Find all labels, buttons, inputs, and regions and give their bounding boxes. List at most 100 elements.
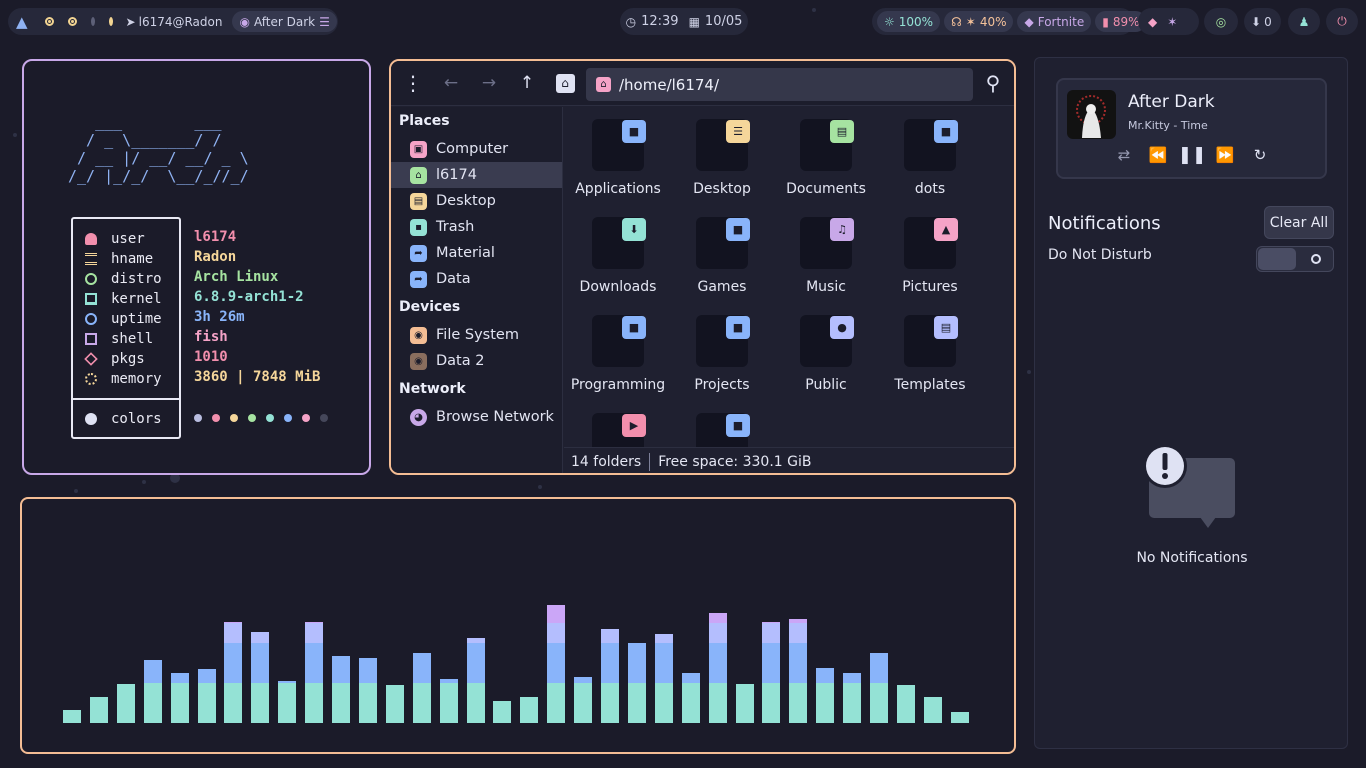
- sidebar-item-home[interactable]: ⌂ l6174: [391, 162, 562, 188]
- folder-item[interactable]: ■ dots: [878, 107, 982, 205]
- folder-item[interactable]: ☰ Desktop: [670, 107, 774, 205]
- sidebar-item-label: Browse Network: [436, 409, 554, 425]
- color-swatch: [194, 414, 202, 422]
- shuffle-button[interactable]: ⇄: [1111, 142, 1137, 168]
- sidebar-item-data2[interactable]: ◉ Data 2: [391, 348, 562, 374]
- forward-button[interactable]: →: [477, 71, 501, 95]
- folder-item[interactable]: ▲ Pictures: [878, 205, 982, 303]
- updates-count: 0: [1264, 14, 1272, 29]
- bg-dot: [142, 480, 146, 484]
- fetch-value-distro: Arch Linux: [194, 269, 279, 285]
- folder-item[interactable]: ● Public: [774, 303, 878, 401]
- dnd-toggle[interactable]: [1256, 246, 1334, 272]
- fetch-key-label: colors: [111, 411, 162, 427]
- folder-badge-icon: ▲: [934, 218, 958, 241]
- folder-label: Templates: [894, 377, 966, 393]
- next-button[interactable]: ⏩: [1212, 142, 1238, 168]
- folder-item[interactable]: ▤ Documents: [774, 107, 878, 205]
- fetch-key-label: user: [111, 231, 145, 247]
- workspace-3-icon[interactable]: [90, 17, 95, 26]
- folder-link-icon: ➦: [410, 270, 427, 288]
- folder-label: Public: [805, 377, 847, 393]
- vpn-icon[interactable]: ◆: [1148, 15, 1157, 29]
- folder-badge-icon: ■: [726, 414, 750, 437]
- user-host-icon: ➤: [125, 14, 136, 29]
- fetch-key-pkgs: pkgs: [84, 349, 145, 369]
- folder-item[interactable]: ■ Applications: [566, 107, 670, 205]
- empty-notifications-icon: [1143, 444, 1235, 528]
- folder-icon: ■: [592, 119, 646, 171]
- music-folder-icon: ♫: [800, 217, 854, 269]
- search-icon[interactable]: ⚲: [981, 71, 1005, 95]
- sidebar-item-trash[interactable]: ▪ Trash: [391, 214, 562, 240]
- home-folder-icon: ⌂: [596, 77, 611, 92]
- folder-label: Music: [806, 279, 846, 295]
- folder-item[interactable]: ■ Games: [670, 205, 774, 303]
- power-pill[interactable]: ⏻: [1326, 8, 1358, 35]
- fetch-key-label: hname: [111, 251, 154, 267]
- menu-kebab-icon[interactable]: ⋮: [401, 71, 425, 95]
- caffeine-pill[interactable]: ◎: [1204, 8, 1238, 35]
- file-manager-sidebar: Places ▣ Computer ⌂ l6174 ▤ Desktop ▪ Trash …: [391, 107, 563, 473]
- battery-value: 89%: [1112, 14, 1140, 29]
- sidebar-item-filesystem[interactable]: ◉ File System: [391, 322, 562, 348]
- brightness-chip[interactable]: ☼ 100%: [877, 11, 941, 32]
- repeat-button[interactable]: ↻: [1247, 142, 1273, 168]
- pause-button[interactable]: ❚❚: [1178, 142, 1207, 168]
- theme-icon: ◉: [239, 14, 250, 29]
- workspace-1-icon[interactable]: [44, 17, 54, 26]
- color-swatch: [302, 414, 310, 422]
- folder-item[interactable]: ■ Projects: [670, 303, 774, 401]
- fetch-key-memory: memory: [85, 369, 162, 389]
- sidebar-item-desktop[interactable]: ▤ Desktop: [391, 188, 562, 214]
- workspace-2-icon[interactable]: [67, 17, 77, 26]
- folder-label: Downloads: [579, 279, 657, 295]
- visualizer-bar: [520, 697, 539, 723]
- visualizer-bar: [681, 673, 700, 723]
- sidebar-item-computer[interactable]: ▣ Computer: [391, 136, 562, 162]
- workspace-4-icon[interactable]: [108, 17, 113, 26]
- audio-visualizer: [20, 497, 1016, 754]
- home-button[interactable]: ⌂: [553, 71, 577, 95]
- up-button[interactable]: ↑: [515, 71, 539, 95]
- clock-pill[interactable]: ◷ 12:39 ▦ 10/05: [620, 8, 748, 35]
- folder-item[interactable]: ■: [670, 401, 774, 447]
- folder-item[interactable]: ♫ Music: [774, 205, 878, 303]
- volume-chip[interactable]: ☊ ✶ 40%: [944, 11, 1014, 32]
- folder-item[interactable]: ■ Programming: [566, 303, 670, 401]
- bluetooth-icon[interactable]: ✶: [1167, 15, 1177, 29]
- sidebar-item-data[interactable]: ➦ Data: [391, 266, 562, 292]
- previous-button[interactable]: ⏪: [1145, 142, 1171, 168]
- back-button[interactable]: ←: [439, 71, 463, 95]
- fetch-key-kernel: kernel: [85, 289, 162, 309]
- documents-folder-icon: ▤: [800, 119, 854, 171]
- path-bar[interactable]: ⌂ /home/l6174/: [586, 68, 973, 101]
- folder-item[interactable]: ▤ Templates: [878, 303, 982, 401]
- arch-logo-icon[interactable]: ▲: [16, 13, 28, 31]
- workspace-pill: ▲ ➤ l6174@Radon ◉ After Dark ☰: [8, 8, 338, 35]
- game-chip[interactable]: ◆ Fortnite: [1017, 11, 1092, 32]
- status-pill: ☼ 100% ☊ ✶ 40% ◆ Fortnite ▮ 89%: [872, 8, 1147, 35]
- trash-icon: ▪: [410, 218, 427, 236]
- visualizer-bar: [654, 634, 673, 723]
- fetch-value-uptime: 3h 26m: [194, 309, 245, 325]
- bell-icon: ♟: [1298, 14, 1310, 29]
- devices-header: Devices: [399, 299, 461, 315]
- folder-badge-icon: ☰: [726, 120, 750, 143]
- bg-dot: [538, 485, 542, 489]
- sidebar-item-browse-network[interactable]: ◕ Browse Network: [391, 404, 562, 430]
- toggle-knob: [1258, 248, 1296, 270]
- visualizer-bar: [89, 697, 108, 723]
- folder-item[interactable]: ⬇ Downloads: [566, 205, 670, 303]
- theme-chip[interactable]: ◉ After Dark ☰: [232, 11, 337, 32]
- pictures-folder-icon: ▲: [904, 217, 958, 269]
- path-text: /home/l6174/: [619, 75, 720, 94]
- updates-pill[interactable]: ⬇ 0: [1244, 8, 1281, 35]
- folder-item[interactable]: ▶: [566, 401, 670, 447]
- clear-all-button[interactable]: Clear All: [1264, 206, 1334, 239]
- fetch-panel: ___ ___ / _ \_______/ / / __ |/ __/ __/ …: [22, 59, 371, 475]
- folder-badge-icon: ■: [622, 120, 646, 143]
- sidebar-item-material[interactable]: ➦ Material: [391, 240, 562, 266]
- notifications-pill[interactable]: ♟: [1288, 8, 1320, 35]
- fetch-keys-box: user hname distro kernel uptime shell pk…: [71, 217, 181, 439]
